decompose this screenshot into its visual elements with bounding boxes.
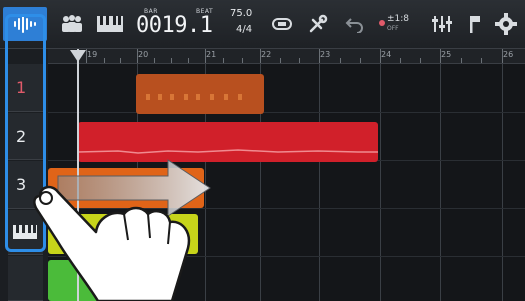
track-header-column: 1 2 3 [0, 49, 48, 301]
region-waveform [77, 149, 378, 154]
track-header-3[interactable]: 3 [8, 161, 43, 209]
track-divider [48, 256, 525, 257]
scale-icon [379, 20, 385, 26]
track-header-4[interactable] [8, 210, 43, 255]
time-signature: 4/4 [236, 24, 253, 35]
track-divider [48, 208, 525, 209]
ruler-tick [120, 58, 121, 63]
tempo-display[interactable]: 75.0 4/4 [228, 7, 264, 41]
bar-gridline [502, 64, 503, 301]
track-header-2[interactable]: 2 [8, 113, 43, 160]
keyboard-icon [97, 16, 123, 32]
ruler-marker: 21 [206, 50, 217, 59]
tools-icon [309, 14, 328, 33]
undo-icon [345, 18, 363, 33]
ruler-tick [420, 58, 421, 63]
bar-gridline [380, 64, 381, 301]
ruler-marker: 24 [381, 50, 392, 59]
loop-button[interactable] [267, 7, 297, 41]
arrangement-area[interactable] [48, 64, 525, 301]
playhead-line[interactable] [77, 49, 79, 301]
ruler-tick [223, 58, 224, 63]
ruler-tick [502, 49, 503, 63]
quantize-state: OFF [387, 25, 399, 32]
audio-region-track-1[interactable] [136, 74, 264, 114]
ruler-tick [188, 58, 189, 63]
ruler-tick [481, 58, 482, 63]
ruler-tick [400, 58, 401, 63]
marker-button[interactable] [463, 7, 487, 41]
ruler-marker: 25 [441, 50, 452, 59]
ruler-tick [104, 58, 105, 63]
track-divider [48, 112, 525, 113]
region-waveform [146, 94, 242, 100]
tools-button[interactable] [303, 7, 333, 41]
tempo-value: 75.0 [230, 8, 253, 19]
ruler-tick [319, 49, 320, 63]
settings-button[interactable] [489, 7, 523, 41]
keyboard-button[interactable] [92, 7, 128, 41]
ruler-marker: 19 [87, 50, 98, 59]
ruler-marker: 26 [503, 50, 514, 59]
ruler-tick [461, 58, 462, 63]
ruler-tick [205, 49, 206, 63]
playhead-handle[interactable] [70, 50, 86, 62]
ruler-tick [154, 58, 155, 63]
track-number: 2 [16, 127, 27, 146]
track-number: 1 [16, 78, 27, 97]
ruler-tick [340, 58, 341, 63]
ruler-tick [380, 49, 381, 63]
ruler-tick [171, 58, 172, 63]
ruler-marker: 22 [261, 50, 272, 59]
undo-button[interactable] [340, 7, 370, 41]
waveform-icon [14, 15, 36, 33]
faders-button[interactable] [426, 7, 458, 41]
ruler-tick [260, 49, 261, 63]
loop-icon [272, 18, 292, 30]
ruler-tick [299, 58, 300, 63]
quantize-value: ±1:8 [387, 14, 410, 24]
ruler-marker: 20 [138, 50, 149, 59]
ruler-tick [242, 58, 243, 63]
audio-region-track-3[interactable] [48, 168, 204, 208]
faders-icon [432, 16, 452, 32]
ruler-tick [440, 49, 441, 63]
track-header-1[interactable]: 1 [8, 64, 43, 112]
people-button[interactable] [57, 7, 87, 41]
bar-gridline [440, 64, 441, 301]
midi-region-track-4[interactable] [48, 214, 198, 254]
ruler-tick [86, 49, 87, 63]
counter-value: 0019.1 [136, 13, 213, 38]
bar-gridline [319, 64, 320, 301]
timeline-ruler[interactable]: 19 20 21 22 23 24 25 26 [48, 49, 525, 64]
track-number: 3 [16, 175, 27, 194]
quantize-button[interactable]: ±1:8 OFF [375, 7, 415, 41]
people-icon [62, 15, 82, 32]
waveform-button[interactable] [3, 7, 47, 41]
ruler-tick [137, 49, 138, 63]
gear-icon [495, 13, 517, 35]
ruler-tick [360, 58, 361, 63]
ruler-marker: 23 [320, 50, 331, 59]
piano-keyboard-icon [13, 225, 37, 239]
ruler-tick [280, 58, 281, 63]
track-header-5[interactable] [8, 256, 43, 301]
audio-region-track-2[interactable] [77, 122, 378, 162]
position-counter[interactable]: BAR BEAT 0019.1 [132, 7, 226, 41]
toolbar: BAR BEAT 0019.1 75.0 4/4 ±1:8 OFF [0, 0, 525, 49]
flag-icon [470, 16, 480, 33]
